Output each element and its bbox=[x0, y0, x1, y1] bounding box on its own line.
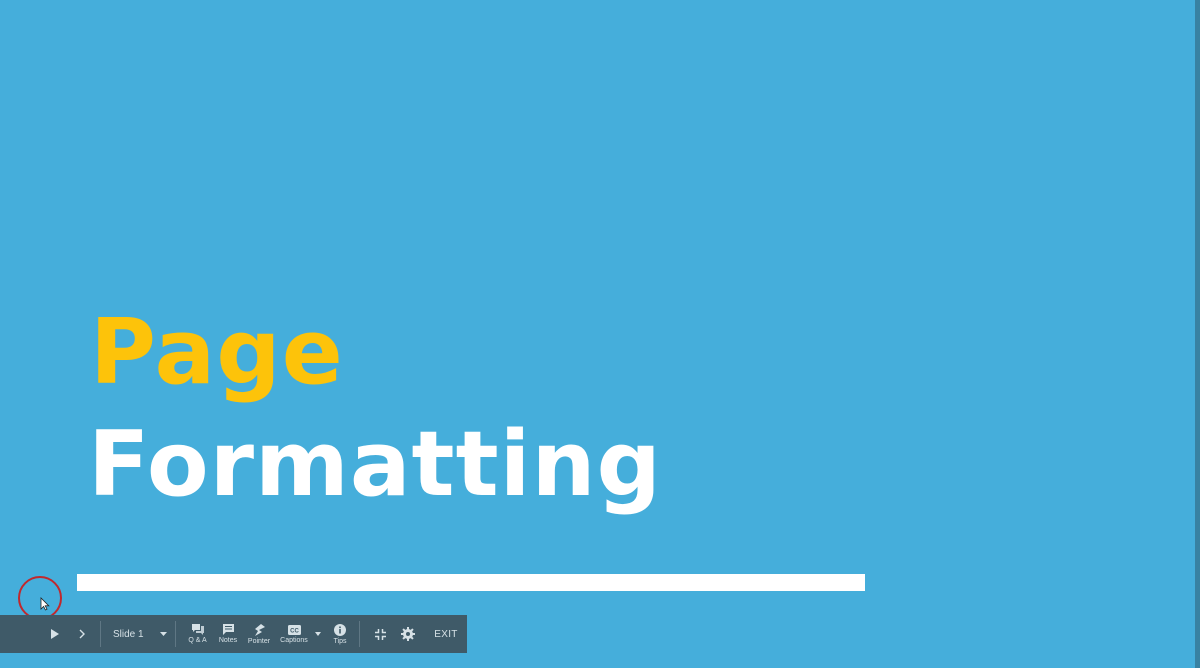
slide-title-line1: Page bbox=[90, 300, 344, 405]
toolbar-divider bbox=[359, 621, 360, 647]
captions-label: Captions bbox=[280, 636, 308, 644]
svg-text:CC: CC bbox=[290, 628, 299, 634]
gear-icon bbox=[401, 627, 415, 641]
slide-select-dropdown[interactable]: Slide 1 bbox=[113, 615, 173, 653]
tips-button[interactable]: Tips bbox=[327, 615, 353, 653]
info-icon bbox=[334, 623, 346, 636]
chat-bubbles-icon bbox=[191, 624, 204, 635]
presenter-toolbar: Slide 1 Q & A Notes Pointer CC Captions … bbox=[0, 615, 467, 653]
title-underline-bar bbox=[77, 574, 865, 591]
slide-select-label: Slide 1 bbox=[113, 628, 144, 640]
toolbar-divider bbox=[100, 621, 101, 647]
exit-fullscreen-icon bbox=[374, 628, 386, 640]
play-icon bbox=[50, 629, 59, 639]
caret-down-icon bbox=[159, 632, 167, 636]
notes-label: Notes bbox=[218, 637, 238, 644]
window-edge bbox=[1195, 0, 1200, 668]
caret-down-icon bbox=[315, 632, 321, 636]
laser-pointer-icon bbox=[254, 623, 265, 636]
slide-title-line2: Formatting bbox=[88, 412, 662, 517]
tips-label: Tips bbox=[333, 637, 347, 645]
captions-button[interactable]: CC Captions bbox=[275, 615, 313, 653]
qa-label: Q & A bbox=[188, 637, 207, 644]
notes-icon bbox=[222, 624, 234, 635]
qa-button[interactable]: Q & A bbox=[182, 615, 213, 653]
mouse-cursor-icon bbox=[40, 597, 50, 611]
settings-button[interactable] bbox=[394, 615, 422, 653]
toolbar-divider bbox=[175, 621, 176, 647]
closed-captions-icon: CC bbox=[287, 624, 301, 635]
next-slide-button[interactable] bbox=[72, 615, 92, 653]
pointer-button[interactable]: Pointer bbox=[243, 615, 275, 653]
chevron-right-icon bbox=[79, 629, 85, 639]
pointer-label: Pointer bbox=[247, 637, 271, 645]
play-button[interactable] bbox=[36, 615, 72, 653]
presentation-slide: Page Formatting Slide 1 Q & A Notes Poin… bbox=[0, 0, 1200, 668]
exit-label: EXIT bbox=[434, 628, 458, 640]
exit-button[interactable]: EXIT bbox=[426, 615, 466, 653]
captions-options-dropdown[interactable] bbox=[313, 615, 323, 653]
exit-fullscreen-button[interactable] bbox=[366, 615, 394, 653]
notes-button[interactable]: Notes bbox=[213, 615, 243, 653]
